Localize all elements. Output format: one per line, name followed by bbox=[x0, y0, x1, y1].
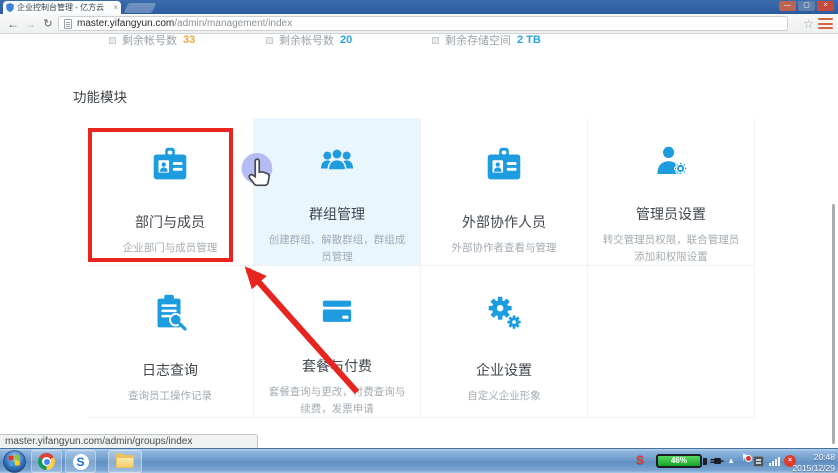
taskbar-clock[interactable]: 20:48 2015/12/29 bbox=[779, 452, 835, 473]
module-title: 部门与成员 bbox=[135, 214, 205, 230]
module-title: 套餐与付费 bbox=[302, 358, 372, 375]
stat-square-icon bbox=[266, 36, 273, 44]
module-desc: 自定义企业形象 bbox=[467, 390, 541, 402]
module-title: 群组管理 bbox=[309, 206, 365, 223]
action-center-flag-icon[interactable]: ⚑ bbox=[741, 453, 752, 464]
browser-toolbar: ← → ↻ master.yifangyun.com/admin/managem… bbox=[0, 14, 838, 34]
credit-card-icon bbox=[322, 300, 352, 322]
window-minimize-button[interactable]: — bbox=[779, 1, 796, 11]
chrome-icon bbox=[38, 453, 55, 470]
module-title: 管理员设置 bbox=[636, 206, 706, 223]
stat-label: 剩余存储空间 bbox=[445, 35, 511, 47]
back-icon[interactable]: ← bbox=[5, 15, 21, 33]
url-text: master.yifangyun.com/admin/management/in… bbox=[77, 18, 292, 29]
person-gear-icon bbox=[657, 146, 688, 175]
start-button-icon[interactable] bbox=[3, 450, 26, 473]
screenshot-root: 企业控制台管理 - 亿方云 × — ▢ × ← → ↻ master.yifan… bbox=[0, 0, 838, 473]
section-title: 功能模块 bbox=[73, 90, 127, 105]
gears-icon bbox=[488, 296, 521, 329]
taskbar-sogou-button[interactable]: S bbox=[65, 450, 96, 473]
module-card-external-collaborators[interactable]: 外部协作人员 外部协作者查看与管理 bbox=[421, 118, 588, 266]
id-badge-icon bbox=[153, 147, 187, 180]
empty-grid-cell bbox=[588, 266, 755, 418]
taskbar-chrome-button[interactable] bbox=[31, 450, 62, 473]
page-icon bbox=[64, 18, 72, 29]
id-badge-icon bbox=[487, 147, 521, 180]
module-desc: 创建群组、解散群组，群组成员管理 bbox=[268, 234, 406, 263]
input-method-icon[interactable] bbox=[753, 456, 764, 467]
url-path: /admin/management/index bbox=[174, 18, 293, 29]
browser-tab[interactable]: 企业控制台管理 - 亿方云 × bbox=[3, 1, 121, 14]
module-desc: 外部协作者查看与管理 bbox=[451, 242, 557, 254]
module-card-log-query[interactable]: 日志查询 查询员工操作记录 bbox=[87, 266, 254, 418]
module-card-group-management[interactable]: 群组管理 创建群组、解散群组，群组成员管理 bbox=[254, 118, 421, 266]
module-card-departments-members[interactable]: 部门与成员 企业部门与成员管理 bbox=[87, 118, 254, 266]
stat-label: 剩余帐号数 bbox=[122, 35, 177, 47]
module-title: 外部协作人员 bbox=[462, 214, 546, 230]
power-plug-icon bbox=[710, 458, 724, 464]
scrollbar-thumb[interactable] bbox=[832, 204, 835, 444]
forward-icon[interactable]: → bbox=[22, 15, 38, 33]
clock-time: 20:48 bbox=[813, 452, 835, 462]
module-desc: 企业部门与成员管理 bbox=[122, 242, 218, 254]
stats-row: 剩余帐号数 33 剩余帐号数 20 剩余存储空间 2 TB bbox=[0, 34, 838, 50]
module-card-enterprise-settings[interactable]: 企业设置 自定义企业形象 bbox=[421, 266, 588, 418]
new-tab-button[interactable] bbox=[123, 3, 157, 13]
shield-favicon-icon bbox=[6, 3, 14, 12]
taskbar-explorer-button[interactable] bbox=[108, 450, 142, 473]
module-desc: 查询员工操作记录 bbox=[128, 390, 212, 402]
stat-value: 2 TB bbox=[517, 34, 541, 46]
stat-label: 剩余帐号数 bbox=[279, 35, 334, 47]
module-grid: 部门与成员 企业部门与成员管理 群组管理 创建群组、解散群组，群组成员管理 外部… bbox=[87, 118, 755, 418]
tab-close-icon[interactable]: × bbox=[113, 3, 118, 12]
stat-value: 33 bbox=[183, 34, 196, 46]
hidden-icons-caret-icon[interactable]: ▲ bbox=[727, 456, 735, 465]
tray-sogou-icon[interactable]: S bbox=[636, 453, 644, 467]
page-content: 剩余帐号数 33 剩余帐号数 20 剩余存储空间 2 TB 功能模块 部门与成员… bbox=[0, 34, 838, 448]
module-card-plan-payment[interactable]: 套餐与付费 套餐查询与更改，付费查询与续费，发票申请 bbox=[254, 266, 421, 418]
stat-value: 20 bbox=[340, 34, 353, 46]
module-title: 企业设置 bbox=[476, 362, 532, 378]
battery-indicator[interactable]: 46% bbox=[656, 454, 702, 468]
sogou-browser-icon: S bbox=[72, 453, 89, 470]
log-search-icon bbox=[157, 294, 187, 331]
bookmark-star-icon[interactable]: ☆ bbox=[803, 16, 814, 32]
window-maximize-button[interactable]: ▢ bbox=[798, 1, 815, 11]
module-desc: 套餐查询与更改，付费查询与续费，发票申请 bbox=[268, 386, 406, 415]
module-card-admin-settings[interactable]: 管理员设置 转交管理员权限，联合管理员添加和权限设置 bbox=[588, 118, 755, 266]
module-title: 日志查询 bbox=[142, 362, 198, 378]
status-link-bar: master.yifangyun.com/admin/groups/index bbox=[0, 434, 258, 448]
url-domain: master.yifangyun.com bbox=[77, 18, 175, 29]
folder-icon bbox=[116, 453, 134, 468]
stat-remaining-storage: 剩余存储空间 2 TB bbox=[432, 34, 541, 48]
battery-cap bbox=[703, 458, 707, 465]
stat-square-icon bbox=[109, 36, 116, 44]
reload-icon[interactable]: ↻ bbox=[40, 15, 56, 33]
address-bar[interactable]: master.yifangyun.com/admin/management/in… bbox=[58, 16, 788, 31]
clock-date: 2015/12/29 bbox=[792, 462, 835, 473]
chrome-menu-icon[interactable] bbox=[818, 18, 833, 29]
tab-title: 企业控制台管理 - 亿方云 bbox=[17, 3, 105, 12]
module-desc: 转交管理员权限，联合管理员添加和权限设置 bbox=[602, 234, 740, 263]
window-close-button[interactable]: × bbox=[817, 1, 834, 11]
windows-taskbar: S S 46% ▲ ⚑ × 20:48 2015/12/29 bbox=[0, 448, 838, 473]
stat-remaining-accounts: 剩余帐号数 33 bbox=[109, 34, 195, 48]
browser-tab-strip: 企业控制台管理 - 亿方云 × — ▢ × bbox=[0, 0, 838, 14]
people-group-icon bbox=[320, 148, 354, 171]
stat-square-icon bbox=[432, 36, 439, 44]
stat-remaining-accounts-2: 剩余帐号数 20 bbox=[266, 34, 352, 48]
